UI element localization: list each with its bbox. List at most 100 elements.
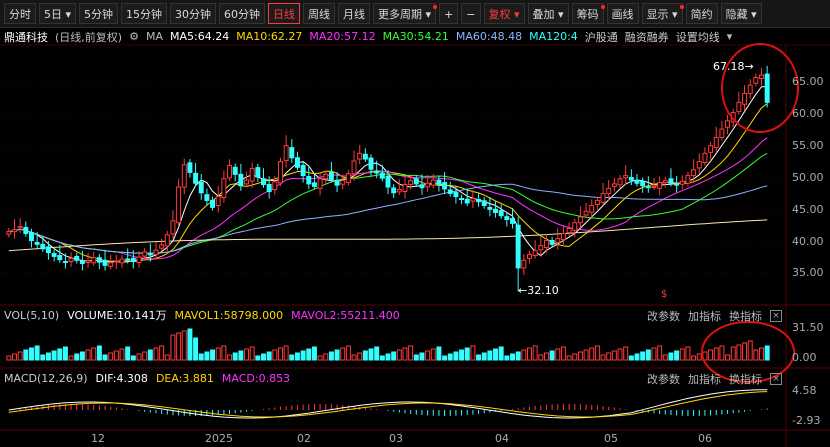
- volume-bar: [91, 347, 97, 361]
- macd-switch-indicator-button[interactable]: 换指标: [729, 371, 762, 387]
- volume-bar: [543, 352, 549, 361]
- candle: [487, 206, 493, 210]
- candle: [464, 198, 470, 204]
- candle: [272, 181, 278, 191]
- volume-bar: [623, 346, 629, 361]
- volume-bar: [379, 355, 385, 361]
- volume-bar: [328, 351, 334, 361]
- volume-bar: [300, 350, 306, 361]
- volume-bar: [442, 355, 448, 361]
- volume-bar: [289, 354, 295, 361]
- volume-bar: [634, 353, 640, 361]
- candle: [493, 208, 499, 214]
- candle: [40, 243, 46, 250]
- volume-bar: [357, 352, 363, 361]
- macd-close-icon[interactable]: ×: [770, 373, 782, 385]
- mavol2-value: MAVOL2:55211.400: [291, 308, 400, 322]
- candle: [340, 180, 346, 185]
- candle: [510, 218, 515, 224]
- volume-bar: [23, 349, 29, 361]
- dif-value: DIF:4.308: [95, 371, 148, 385]
- vol-switch-indicator-button[interactable]: 换指标: [729, 308, 762, 324]
- volume-bar: [147, 349, 153, 361]
- x-tick: 04: [495, 432, 509, 445]
- volume-bar: [577, 351, 583, 361]
- volume-bar: [57, 348, 63, 361]
- candle: [85, 260, 91, 263]
- arrow-left-icon: ←: [518, 284, 528, 297]
- volume-bar: [521, 349, 527, 361]
- volume-bar: [193, 337, 199, 361]
- y-tick: 50.00: [792, 171, 824, 184]
- candle: [142, 251, 148, 257]
- candle: [130, 257, 136, 263]
- candle: [527, 254, 532, 259]
- volume-bar: [221, 345, 227, 361]
- volume-bar: [210, 349, 216, 361]
- candle: [45, 246, 51, 254]
- x-tick: 06: [698, 432, 712, 445]
- vol-close-icon[interactable]: ×: [770, 310, 782, 322]
- candle: [543, 240, 549, 249]
- candle: [17, 226, 23, 229]
- volume-bar: [419, 352, 425, 361]
- volume-bar: [238, 350, 244, 361]
- volume-bar: [555, 348, 561, 361]
- candle: [674, 183, 680, 186]
- candle: [736, 101, 742, 113]
- candle: [23, 226, 29, 235]
- volume-bar: [244, 348, 249, 361]
- x-tick: 02: [297, 432, 311, 445]
- volume-bar: [28, 347, 34, 361]
- macd-edit-params-button[interactable]: 改参数: [647, 371, 680, 387]
- candle: [419, 184, 425, 189]
- volume-bar: [255, 355, 261, 361]
- volume-bar: [708, 349, 714, 361]
- candle: [159, 244, 165, 249]
- candle: [662, 180, 668, 184]
- candle: [147, 253, 153, 256]
- volume-bar: [261, 353, 266, 361]
- volume-bar: [164, 354, 170, 361]
- volume-bar: [368, 348, 374, 361]
- candle: [657, 182, 663, 189]
- candle: [470, 198, 476, 202]
- candle: [504, 216, 510, 221]
- candle: [481, 200, 487, 207]
- candle: [289, 147, 295, 159]
- candle: [204, 194, 210, 201]
- volume-bar: [459, 349, 465, 361]
- volume-bar: [413, 354, 419, 361]
- vol-edit-params-button[interactable]: 改参数: [647, 308, 680, 324]
- volume-bar: [51, 350, 57, 361]
- candle: [374, 170, 380, 174]
- volume-bar: [391, 351, 397, 361]
- candle: [577, 216, 583, 224]
- macd-panel-actions: 改参数 加指标 换指标 ×: [647, 371, 782, 387]
- volume-bar: [674, 350, 680, 361]
- candle: [164, 234, 170, 247]
- volume-bar: [685, 346, 691, 361]
- volume-bar: [170, 334, 176, 361]
- volume-bar: [204, 351, 210, 361]
- volume-bar: [323, 353, 329, 361]
- ma20-line: [8, 137, 768, 260]
- y-tick: 40.00: [792, 235, 824, 248]
- volume-bar: [362, 350, 368, 361]
- candle: [606, 187, 612, 194]
- volume-bar: [730, 346, 736, 361]
- candle: [125, 258, 131, 261]
- candle: [555, 238, 561, 243]
- volume-bar: [753, 349, 759, 361]
- candle: [221, 178, 227, 199]
- volume-bar: [74, 353, 80, 361]
- macd-add-indicator-button[interactable]: 加指标: [688, 371, 721, 387]
- candle: [215, 196, 221, 207]
- candle: [227, 164, 233, 179]
- vol-panel-actions: 改参数 加指标 换指标 ×: [647, 308, 782, 324]
- volume-bar: [17, 351, 23, 361]
- candle: [391, 187, 397, 194]
- volume-bar: [657, 345, 663, 361]
- vol-add-indicator-button[interactable]: 加指标: [688, 308, 721, 324]
- candle: [611, 183, 617, 187]
